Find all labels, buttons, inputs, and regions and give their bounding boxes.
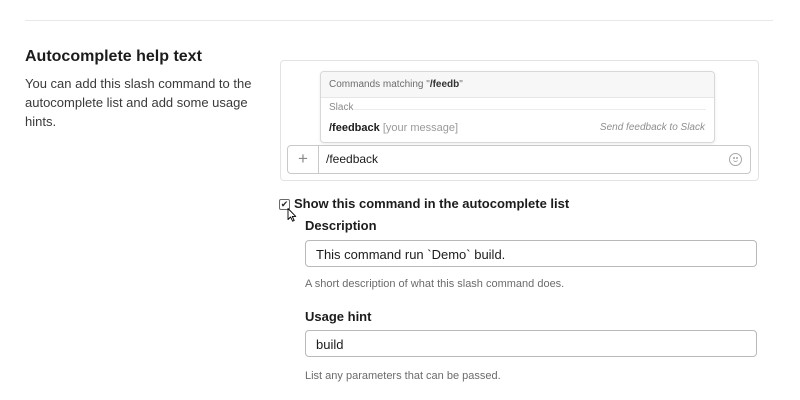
popup-group-header: Slack [321, 98, 714, 118]
show-in-autocomplete-label[interactable]: Show this command in the autocomplete li… [294, 196, 569, 211]
popup-header-query: /feedb [429, 79, 460, 90]
usage-hint-input[interactable]: build [305, 330, 757, 357]
mouse-pointer-icon [287, 208, 297, 222]
popup-command-name: /feedback [329, 122, 380, 134]
usage-hint-label: Usage hint [305, 309, 372, 324]
autocomplete-preview: Commands matching "/feedb" Slack /feedba… [280, 60, 759, 181]
popup-command-item[interactable]: /feedback [your message] Send feedback t… [321, 118, 714, 138]
emoji-icon[interactable] [729, 153, 742, 166]
section-title: Autocomplete help text [25, 48, 202, 65]
description-help: A short description of what this slash c… [305, 278, 565, 290]
usage-hint-help: List any parameters that can be passed. [305, 370, 501, 382]
popup-header-suffix: " [459, 79, 463, 90]
popup-group-label: Slack [329, 102, 354, 113]
section-description: You can add this slash command to the au… [25, 76, 252, 129]
description-input[interactable]: This command run `Demo` build. [305, 240, 757, 267]
top-divider [25, 20, 773, 21]
popup-header-prefix: Commands matching " [329, 79, 430, 90]
autocomplete-popup: Commands matching "/feedb" Slack /feedba… [320, 71, 715, 143]
popup-command-description: Send feedback to Slack [599, 122, 705, 133]
popup-header: Commands matching "/feedb" [321, 72, 714, 98]
popup-group-rule [353, 109, 706, 110]
description-label: Description [305, 218, 377, 233]
composer-input[interactable]: /feedback [326, 146, 378, 173]
popup-command-argument: [your message] [382, 122, 459, 134]
message-composer: + /feedback [287, 145, 751, 174]
plus-icon[interactable]: + [288, 146, 319, 173]
